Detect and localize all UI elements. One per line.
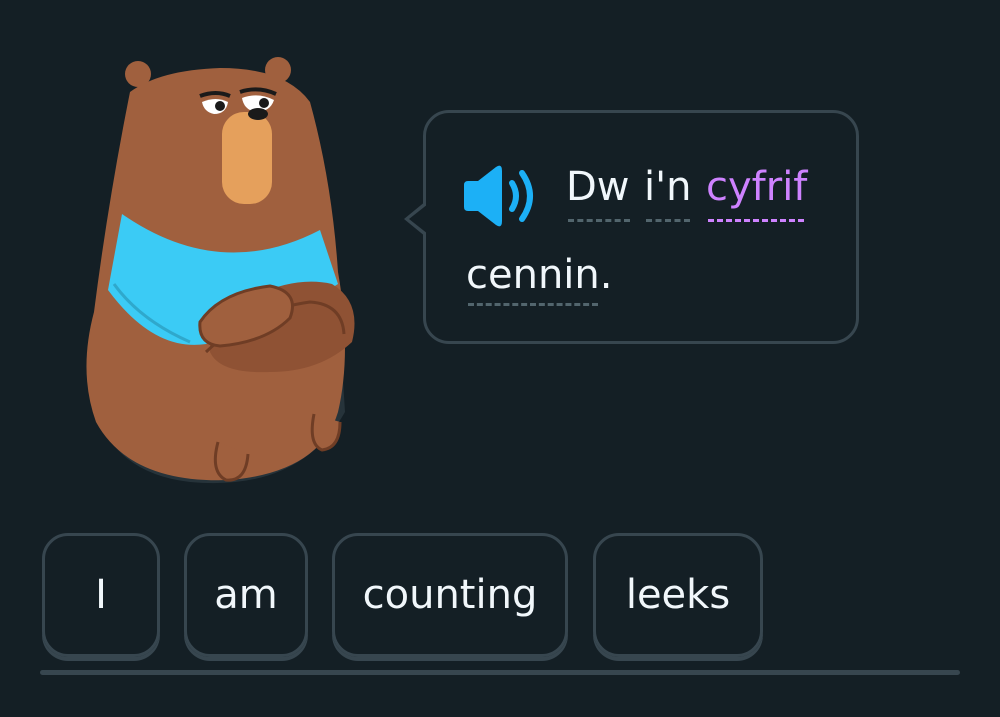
word-cennin[interactable]: cennin. [466, 251, 612, 299]
word-cyfrif[interactable]: cyfrif [706, 163, 807, 211]
tile-label: am [214, 572, 278, 618]
answer-line [40, 670, 960, 675]
tile-label: I [95, 572, 107, 618]
answer-tile[interactable]: counting [332, 533, 568, 657]
word-underline-highlight [708, 219, 804, 222]
speaker-icon[interactable] [462, 165, 548, 227]
word-underline [568, 219, 630, 222]
answer-tile[interactable]: leeks [593, 533, 763, 657]
speech-bubble: Dw i'n cyfrif cennin. [404, 110, 859, 344]
word-underline [646, 219, 690, 222]
bear-character [86, 57, 355, 484]
bubble-tail-fill [409, 204, 428, 234]
tile-label: leeks [625, 572, 731, 618]
tile-label: counting [362, 572, 538, 618]
answer-tile[interactable]: am [184, 533, 308, 657]
word-underline [468, 303, 598, 306]
word-in[interactable]: i'n [644, 163, 691, 211]
answer-tile[interactable]: I [42, 533, 160, 657]
lesson-screen: Dw i'n cyfrif cennin. I am counting leek… [0, 0, 1000, 717]
word-dw[interactable]: Dw [566, 163, 630, 211]
